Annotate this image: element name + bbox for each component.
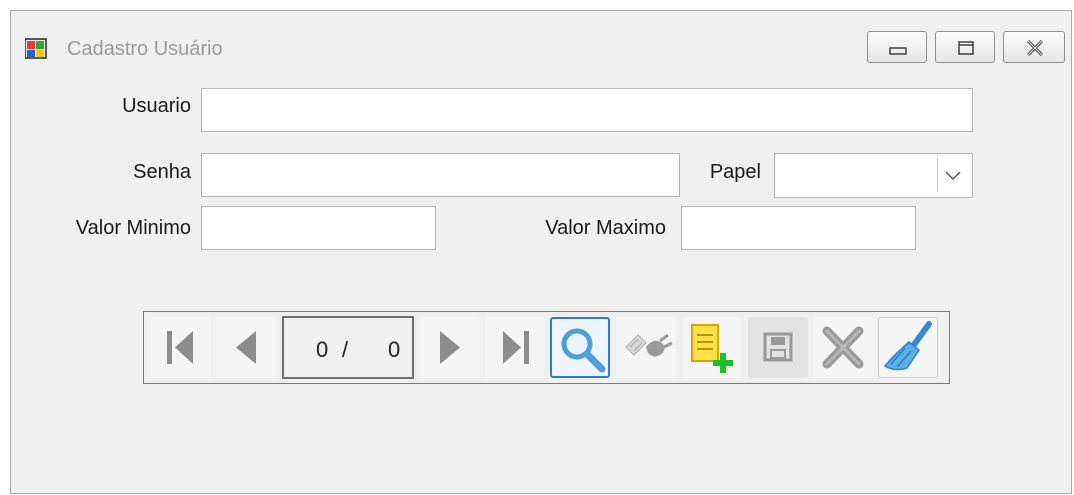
close-button[interactable]	[1003, 31, 1065, 63]
last-record-button[interactable]	[485, 317, 545, 378]
current-record: 0	[316, 337, 329, 362]
valor-minimo-label: Valor Minimo	[75, 217, 191, 239]
clear-broom-icon	[883, 321, 932, 371]
first-record-icon	[167, 331, 193, 364]
window-title: Cadastro Usuário	[67, 38, 223, 60]
papel-label: Papel	[709, 161, 761, 183]
valor-maximo-input[interactable]	[681, 206, 916, 250]
record-counter: 0 / 0	[282, 316, 414, 379]
senha-input[interactable]	[201, 153, 680, 197]
total-records: 0	[388, 337, 401, 362]
insert-record-button[interactable]	[682, 317, 742, 378]
maximize-button[interactable]	[935, 31, 995, 63]
title-bar[interactable]: Cadastro Usuário	[11, 11, 1071, 71]
prior-record-icon	[236, 331, 256, 364]
save-disk-icon	[763, 332, 793, 362]
search-icon	[561, 328, 606, 373]
valor-maximo-label: Valor Maximo	[545, 217, 666, 239]
connect-button[interactable]	[616, 317, 676, 378]
app-window-icon	[25, 38, 47, 59]
maximize-icon	[958, 41, 974, 55]
delete-record-button[interactable]	[813, 317, 873, 378]
minimize-button[interactable]	[867, 31, 927, 63]
prior-record-button[interactable]	[216, 317, 276, 378]
search-button[interactable]	[550, 317, 610, 378]
chevron-down-icon	[945, 171, 961, 181]
last-record-icon	[503, 331, 529, 364]
clear-button[interactable]	[878, 317, 938, 378]
save-record-button[interactable]	[748, 317, 808, 378]
usuario-input[interactable]	[201, 88, 973, 132]
record-navigator: 0 / 0	[143, 311, 950, 384]
delete-x-icon	[822, 326, 864, 369]
first-record-button[interactable]	[151, 317, 211, 378]
next-record-icon	[440, 331, 460, 364]
senha-label: Senha	[133, 161, 191, 183]
main-window: Cadastro Usuário Usuario Senha Papel Val…	[10, 10, 1072, 494]
papel-select[interactable]	[774, 153, 973, 198]
next-record-button[interactable]	[420, 317, 480, 378]
usuario-label: Usuario	[122, 95, 191, 117]
valor-minimo-input[interactable]	[201, 206, 436, 250]
record-separator: /	[342, 337, 349, 362]
minimize-icon	[889, 47, 907, 55]
close-icon	[1026, 39, 1044, 57]
papel-dropdown-button[interactable]	[937, 158, 968, 192]
insert-record-icon	[691, 324, 733, 373]
connect-plug-icon	[625, 333, 673, 357]
